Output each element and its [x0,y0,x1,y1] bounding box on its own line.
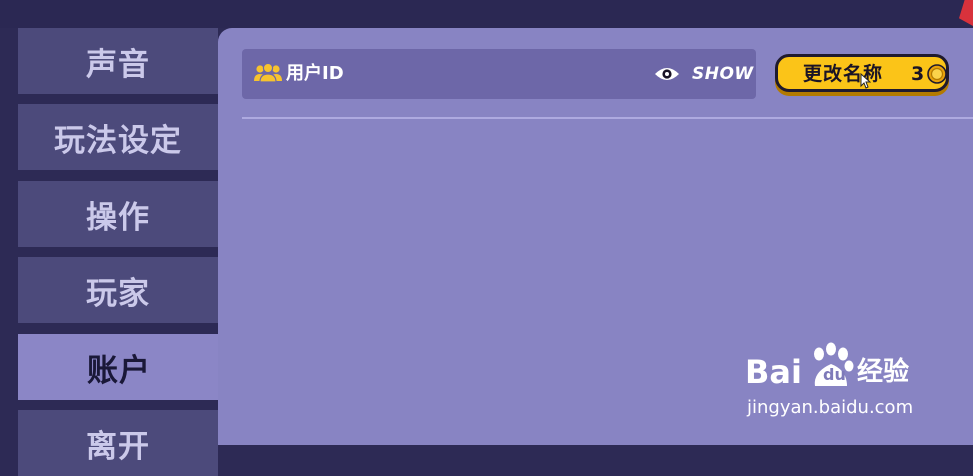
sidebar-item-gameplay[interactable]: 玩法设定 [18,104,218,170]
watermark-url: jingyan.baidu.com [747,397,914,418]
users-icon [254,63,282,83]
settings-sidebar: 声音 玩法设定 操作 玩家 账户 离开 [18,28,220,476]
mouse-cursor-icon [860,73,871,89]
coin-icon [927,64,947,84]
sidebar-item-player[interactable]: 玩家 [18,257,218,323]
sidebar-item-label: 玩法设定 [54,122,182,159]
rename-cost: 3 [911,63,925,85]
sidebar-item-label: 离开 [86,428,150,465]
baidu-jingyan-watermark: Bai du 经验 jingyan.baidu.com [745,342,925,422]
sidebar-item-account[interactable]: 账户 [18,334,220,400]
show-id-toggle[interactable]: SHOW [654,63,754,85]
sidebar-item-label: 玩家 [86,275,150,312]
user-id-label: 用户ID [286,63,344,84]
watermark-brand-du: du [823,365,846,384]
rename-label: 更改名称 [803,63,884,85]
watermark-brand-bai: Bai [745,353,802,391]
watermark-brand-jingyan: 经验 [857,357,910,387]
sidebar-item-sound[interactable]: 声音 [18,28,218,94]
show-label: SHOW [692,64,754,84]
top-bar [0,0,973,28]
sidebar-item-label: 声音 [86,46,150,83]
user-id-row: 用户ID SHOW [242,49,756,99]
sidebar-item-label: 账户 [87,352,151,389]
eye-icon [655,68,679,80]
section-divider [242,117,973,119]
sidebar-item-leave[interactable]: 离开 [18,410,218,476]
sidebar-item-label: 操作 [86,199,150,236]
sidebar-item-controls[interactable]: 操作 [18,181,218,247]
